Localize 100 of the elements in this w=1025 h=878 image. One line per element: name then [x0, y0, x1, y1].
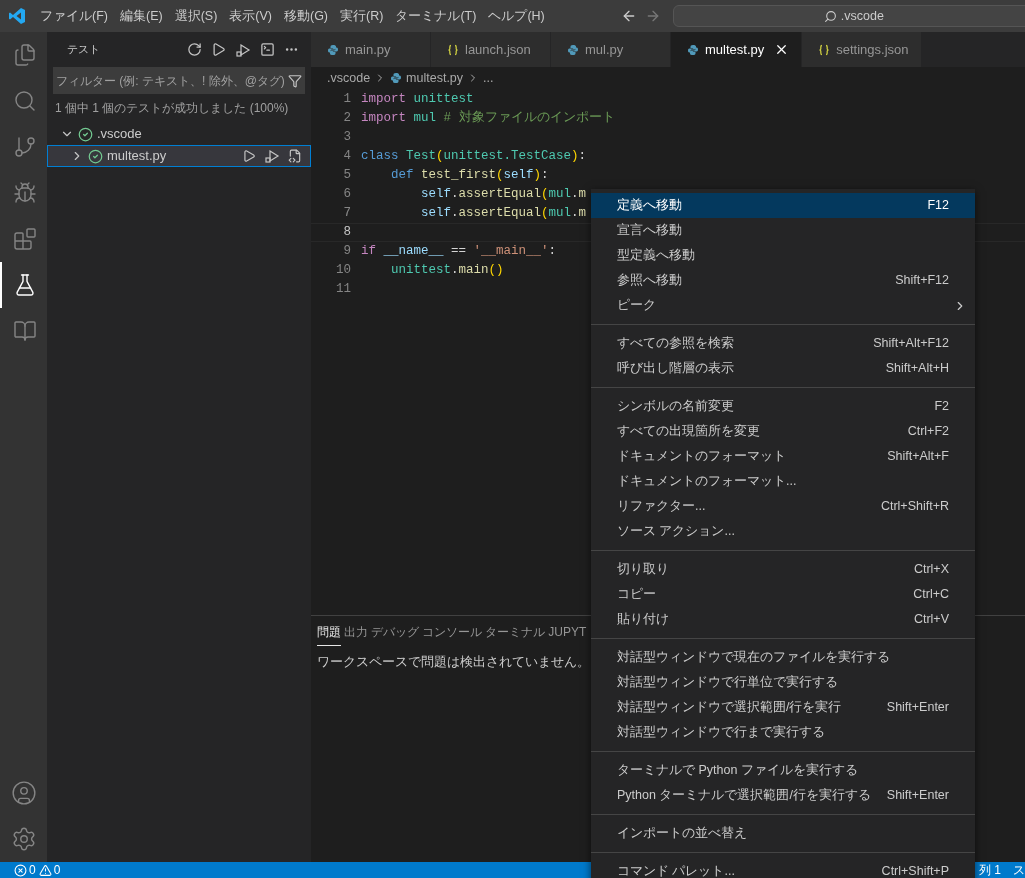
menu-item[interactable]: 貼り付け Ctrl+V — [591, 607, 975, 632]
branch-icon — [12, 135, 37, 159]
menu-item[interactable]: コマンド パレット... Ctrl+Shift+P — [591, 859, 975, 878]
run-icon[interactable] — [211, 42, 226, 57]
command-center[interactable]: .vscode — [672, 5, 1025, 27]
menu-item[interactable]: 宣言へ移動 — [591, 218, 975, 243]
menu-item[interactable]: シンボルの名前変更 F2 — [591, 394, 975, 419]
editor-tab[interactable]: settings.json — [802, 32, 923, 67]
code-line: import unittest — [361, 91, 474, 109]
breadcrumb-item[interactable]: multest.py — [406, 68, 464, 88]
menu-item[interactable]: ファイル(F) — [34, 6, 114, 26]
blocks-icon — [12, 227, 37, 251]
debug-play-icon[interactable] — [264, 148, 280, 164]
line-number: 4 — [342, 148, 351, 166]
tab-label: settings.json — [836, 40, 909, 59]
test-label: .vscode — [97, 125, 142, 144]
panel-tab[interactable]: デバッグ コンソール — [371, 619, 483, 646]
menu-item[interactable]: 対話型ウィンドウで選択範囲/行を実行 Shift+Enter — [591, 695, 975, 720]
search-icon — [823, 9, 837, 23]
menu-item[interactable]: ピーク — [591, 293, 975, 318]
editor-tab[interactable]: multest.py — [671, 32, 803, 67]
line-number: 8 — [342, 224, 351, 242]
menu-item[interactable]: 呼び出し階層の表示 Shift+Alt+H — [591, 356, 975, 381]
file-icon[interactable] — [288, 149, 302, 163]
code-line: self.assertEqual(mul.m — [420, 205, 587, 223]
menu-item[interactable]: 対話型ウィンドウで行単位で実行する — [591, 670, 975, 695]
menu-item[interactable]: 型定義へ移動 — [591, 243, 975, 268]
line-number: 9 — [342, 243, 351, 261]
editor-tab[interactable]: launch.json — [431, 32, 551, 67]
tab-label: main.py — [345, 40, 391, 59]
menu-item[interactable]: すべての出現箇所を変更 Ctrl+F2 — [591, 419, 975, 444]
line-number: 6 — [342, 186, 351, 204]
bug-icon — [12, 181, 37, 205]
run-icon[interactable] — [242, 149, 256, 163]
line-number: 7 — [342, 205, 351, 223]
tab-label: multest.py — [705, 40, 765, 59]
python-icon — [327, 43, 339, 56]
test-tree-item[interactable]: multest.py — [47, 145, 311, 167]
python-icon — [687, 43, 699, 56]
line-number: 3 — [342, 129, 351, 147]
logo-icon — [8, 7, 26, 25]
line-number: 1 — [342, 91, 351, 109]
code-line: unittest.main() — [390, 262, 504, 280]
menu-item[interactable]: 表示(V) — [223, 6, 278, 26]
menu-item[interactable]: 定義へ移動 F12 — [591, 193, 975, 218]
breadcrumb-item[interactable]: ... — [483, 68, 494, 88]
menu-item[interactable]: コピー Ctrl+C — [591, 582, 975, 607]
code-line: class Test(unittest.TestCase): — [361, 148, 587, 166]
filter-field[interactable]: フィルター (例: テキスト、! 除外、@タグ) — [53, 67, 305, 94]
panel-tab[interactable]: ターミナル — [485, 619, 546, 646]
menu-item[interactable]: ソース アクション... — [591, 519, 975, 544]
menu-item[interactable]: 実行(R) — [334, 6, 390, 26]
menu-item[interactable]: すべての参照を検索 Shift+Alt+F12 — [591, 331, 975, 356]
tab-label: mul.py — [585, 40, 624, 59]
menu-item[interactable]: ターミナルで Python ファイルを実行する — [591, 758, 975, 783]
menu-item[interactable]: ドキュメントのフォーマット Shift+Alt+F — [591, 444, 975, 469]
breadcrumb-item[interactable]: .vscode — [327, 68, 371, 88]
menu-item[interactable]: 編集(E) — [113, 6, 169, 26]
panel-tab[interactable]: 問題 — [317, 619, 341, 646]
test-label: multest.py — [107, 147, 167, 166]
command-center-text: .vscode — [840, 7, 884, 25]
terminal-icon[interactable] — [260, 42, 275, 57]
menu-item[interactable]: 切り取り Ctrl+X — [591, 557, 975, 582]
warning-icon — [38, 863, 52, 877]
menu-item[interactable]: 対話型ウィンドウで現在のファイルを実行する — [591, 645, 975, 670]
test-summary: 1 個中 1 個のテストが成功しました (100%) — [55, 100, 290, 116]
menu-item[interactable]: ターミナル(T) — [389, 6, 483, 26]
panel-tab[interactable]: 出力 — [344, 619, 368, 646]
line-number: 5 — [342, 167, 351, 185]
cursor-position: 列 1 — [979, 862, 1001, 878]
files-icon — [12, 43, 37, 67]
code-line: if __name__ == '__main__': — [361, 243, 557, 261]
debug-play-icon[interactable] — [235, 41, 251, 58]
line-number: 2 — [342, 110, 351, 128]
filter-icon[interactable] — [288, 73, 302, 88]
test-tree-item[interactable]: .vscode — [47, 123, 311, 145]
panel-tab[interactable]: JUPYT — [548, 619, 587, 646]
panel-message: ワークスペースで問題は検出されていません。 — [317, 655, 590, 669]
sidebar-title: テスト — [67, 42, 100, 58]
editor-tab[interactable]: main.py — [311, 32, 431, 67]
line-number: 11 — [335, 281, 351, 299]
code-line: import mul # 対象ファイルのインポート — [361, 109, 615, 128]
editor-tab[interactable]: mul.py — [551, 32, 671, 67]
menu-item[interactable]: 選択(S) — [168, 6, 224, 26]
warning-count: 0 — [53, 862, 61, 878]
menu-item[interactable]: リファクター... Ctrl+Shift+R — [591, 494, 975, 519]
refresh-icon[interactable] — [187, 42, 202, 57]
menu-item[interactable]: 参照へ移動 Shift+F12 — [591, 268, 975, 293]
braces-icon — [447, 43, 459, 56]
settings-icon — [10, 826, 37, 852]
line-number: 10 — [335, 262, 351, 280]
search-icon — [12, 89, 37, 113]
tab-label: launch.json — [465, 40, 531, 59]
menu-item[interactable]: ドキュメントのフォーマット... — [591, 469, 975, 494]
menu-item[interactable]: 移動(G) — [278, 6, 335, 26]
menu-item[interactable]: 対話型ウィンドウで行まで実行する — [591, 720, 975, 745]
menu-item[interactable]: Python ターミナルで選択範囲/行を実行する Shift+Enter — [591, 783, 975, 808]
menu-item[interactable]: インポートの並べ替え — [591, 821, 975, 846]
menu-item[interactable]: ヘルプ(H) — [482, 6, 551, 26]
python-icon — [390, 72, 403, 84]
